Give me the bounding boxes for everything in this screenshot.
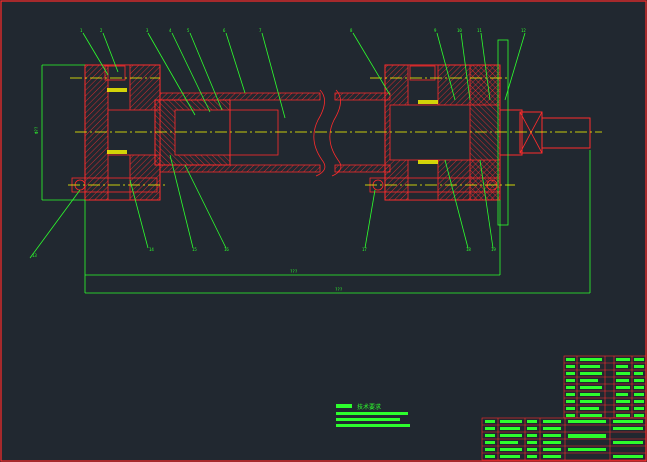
technical-requirements: 技术要求	[336, 403, 410, 427]
rod-extension	[499, 109, 523, 156]
callout-12: 12	[521, 28, 526, 33]
tech-req-heading: 技术要求	[357, 403, 381, 411]
callout-3: 3	[146, 28, 149, 33]
break-line	[313, 89, 326, 177]
callout-15: 15	[192, 247, 197, 252]
callout-18: 18	[466, 247, 471, 252]
bottom-callouts: 13 14 15 16 17 18 19	[32, 247, 496, 258]
callout-19: 19	[491, 247, 496, 252]
top-callouts: 1 2 3 4 5 6 7 8 9 10 11 12	[80, 28, 526, 33]
callout-16: 16	[224, 247, 229, 252]
cylinder-assembly	[71, 39, 591, 226]
callout-8: 8	[350, 28, 353, 33]
piston-rod	[229, 109, 279, 156]
callout-7: 7	[259, 28, 262, 33]
callout-4: 4	[169, 28, 172, 33]
barrel-lower-wall	[159, 164, 321, 173]
callout-2: 2	[100, 28, 103, 33]
callout-5: 5	[187, 28, 190, 33]
overall-height-dim: Ф??	[34, 126, 39, 134]
callout-11: 11	[477, 28, 482, 33]
callout-10: 10	[457, 28, 462, 33]
inner-span-dim: ???	[290, 269, 298, 274]
callout-1: 1	[80, 28, 83, 33]
callout-6: 6	[223, 28, 226, 33]
cad-viewport[interactable]: Ф?? ??? ??? 1 2 3 4 5 6 7 8 9 10 11 12 1…	[0, 0, 647, 462]
overall-length-dim: ???	[335, 287, 343, 292]
assembly-drawing: Ф?? ??? ??? 1 2 3 4 5 6 7 8 9 10 11 12 1…	[0, 0, 647, 462]
callout-14: 14	[149, 247, 154, 252]
callout-17: 17	[362, 247, 367, 252]
callout-13: 13	[32, 253, 37, 258]
parts-list-text	[485, 358, 644, 458]
callout-9: 9	[434, 28, 437, 33]
